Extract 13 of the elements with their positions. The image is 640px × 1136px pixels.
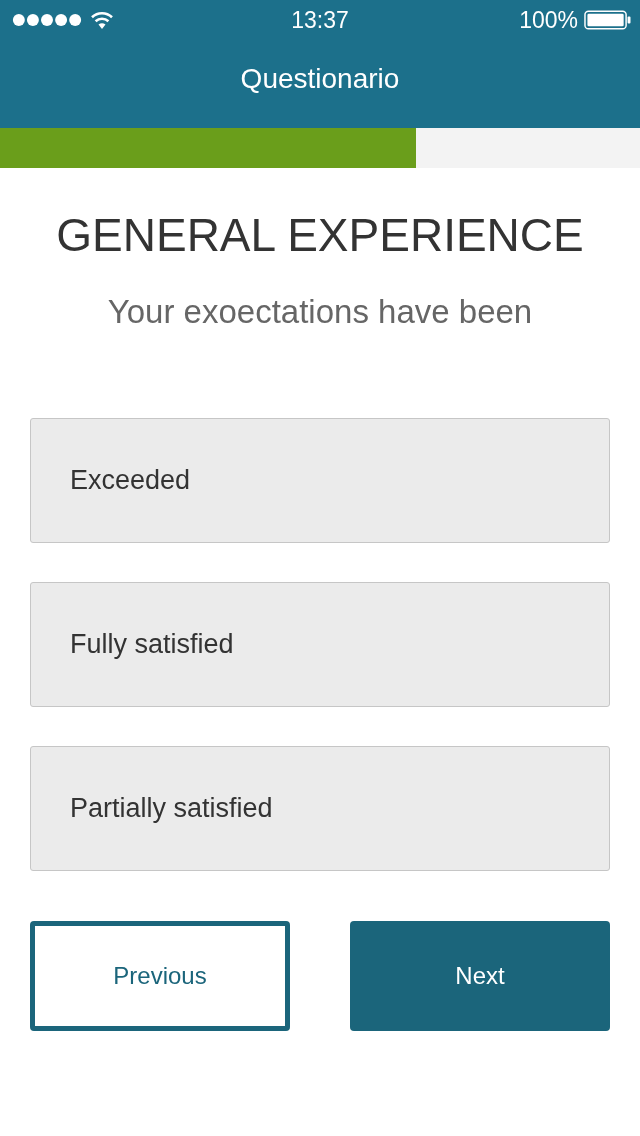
battery-icon bbox=[584, 10, 631, 30]
answer-option[interactable]: Fully satisfied bbox=[30, 582, 610, 707]
wifi-icon bbox=[90, 11, 114, 29]
status-time: 13:37 bbox=[291, 6, 349, 34]
answer-option[interactable]: Exceeded bbox=[30, 418, 610, 543]
question-prompt: Your exoectations have been bbox=[106, 292, 534, 332]
next-button[interactable]: Next bbox=[350, 921, 610, 1031]
signal-icon bbox=[12, 13, 82, 27]
battery-percentage: 100% bbox=[519, 6, 578, 34]
previous-button[interactable]: Previous bbox=[30, 921, 290, 1031]
section-heading: GENERAL EXPERIENCE bbox=[55, 208, 585, 263]
screen-title: Questionario bbox=[240, 63, 400, 95]
answer-option[interactable]: Partially satisfied bbox=[30, 746, 610, 871]
